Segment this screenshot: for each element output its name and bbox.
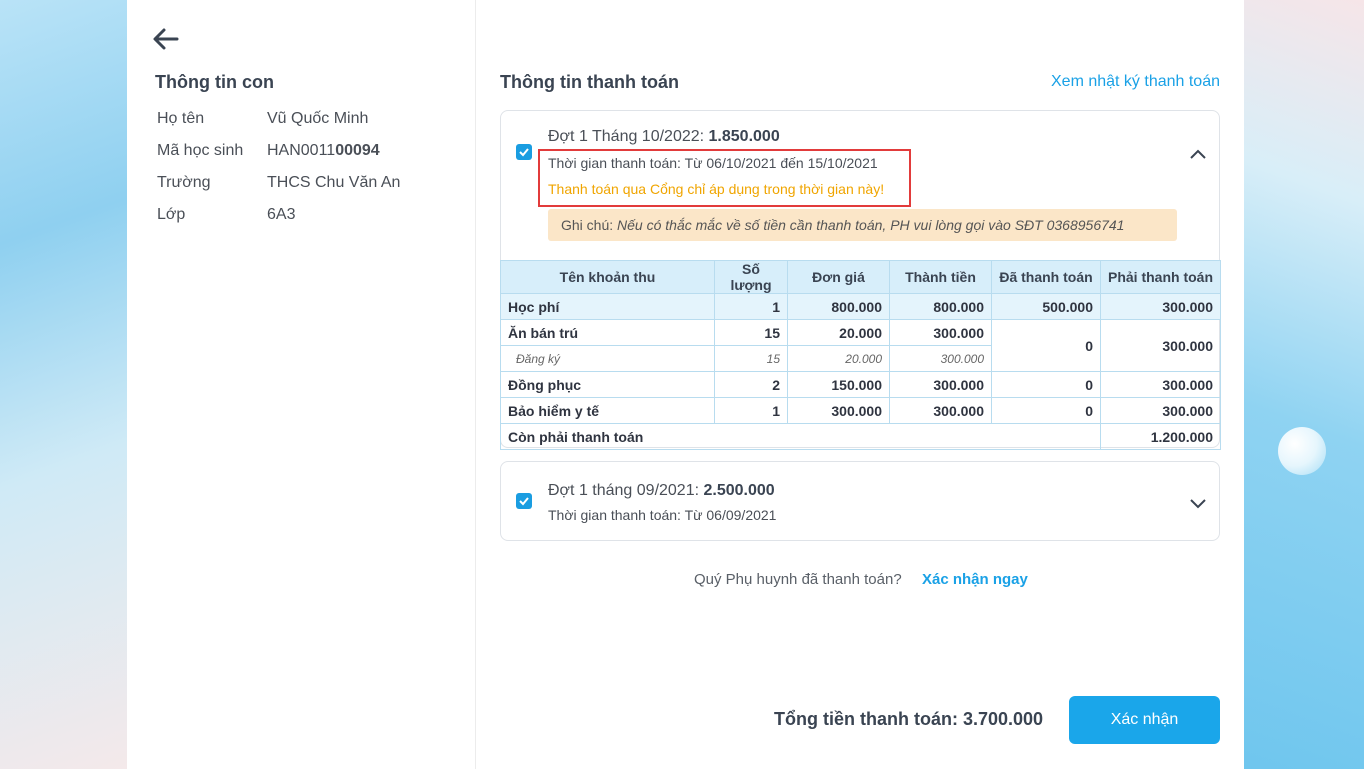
table-header: Đã thanh toán bbox=[991, 260, 1101, 294]
period-1-note: Ghi chú: Nếu có thắc mắc về số tiền cần … bbox=[548, 209, 1177, 241]
fee-paid: 0 bbox=[991, 397, 1101, 424]
period-1-title: Đợt 1 Tháng 10/2022: 1.850.000 bbox=[548, 128, 780, 145]
period-1-checkbox[interactable] bbox=[516, 144, 532, 160]
info-value: HAN001100094 bbox=[267, 142, 380, 159]
payment-history-link[interactable]: Xem nhật ký thanh toán bbox=[1051, 73, 1220, 91]
remaining-label: Còn phải thanh toán bbox=[500, 423, 1101, 450]
fee-price: 20.000 bbox=[787, 319, 890, 346]
period-2-checkbox[interactable] bbox=[516, 493, 532, 509]
info-label: Họ tên bbox=[157, 110, 205, 127]
total-amount: Tổng tiền thanh toán: 3.700.000 bbox=[774, 709, 1044, 729]
fee-total: 300.000 bbox=[889, 345, 992, 372]
period-2-title: Đợt 1 tháng 09/2021: 2.500.000 bbox=[548, 482, 775, 499]
chevron-down-icon[interactable] bbox=[1189, 496, 1207, 509]
fee-due: 300.000 bbox=[1100, 371, 1221, 398]
background-left bbox=[0, 0, 127, 769]
table-header: Số lượng bbox=[714, 260, 788, 294]
fee-qty: 1 bbox=[714, 397, 788, 424]
fee-qty: 15 bbox=[714, 345, 788, 372]
payment-period-2: Đợt 1 tháng 09/2021: 2.500.000 Thời gian… bbox=[500, 461, 1220, 541]
info-value: THCS Chu Văn An bbox=[267, 174, 401, 191]
fee-name: Học phí bbox=[500, 293, 715, 320]
confirm-button[interactable]: Xác nhận bbox=[1069, 696, 1220, 744]
fee-paid: 500.000 bbox=[991, 293, 1101, 320]
fee-qty: 2 bbox=[714, 371, 788, 398]
child-info-title: Thông tin con bbox=[155, 72, 274, 92]
highlight-box bbox=[538, 149, 911, 207]
table-header: Tên khoản thu bbox=[500, 260, 715, 294]
table-header-row: Tên khoản thu Số lượng Đơn giá Thành tiề… bbox=[500, 260, 1221, 294]
fee-price: 300.000 bbox=[787, 397, 890, 424]
fee-name: Đăng ký bbox=[500, 345, 715, 372]
table-header: Thành tiền bbox=[889, 260, 992, 294]
info-label: Mã học sinh bbox=[157, 142, 244, 159]
fee-paid: 0 bbox=[991, 319, 1101, 372]
payment-info-title: Thông tin thanh toán bbox=[500, 72, 679, 92]
fee-price: 20.000 bbox=[787, 345, 890, 372]
info-value: 6A3 bbox=[267, 206, 296, 223]
decorative-bubble bbox=[1278, 427, 1326, 475]
fee-paid: 0 bbox=[991, 371, 1101, 398]
fee-qty: 1 bbox=[714, 293, 788, 320]
fee-total: 300.000 bbox=[889, 319, 992, 346]
table-row: Ăn bán trú 15 20.000 300.000 0 300.000 bbox=[500, 319, 1221, 372]
info-value: Vũ Quốc Minh bbox=[267, 110, 369, 127]
fee-total: 800.000 bbox=[889, 293, 992, 320]
fee-name: Ăn bán trú bbox=[500, 319, 715, 346]
fee-total: 300.000 bbox=[889, 397, 992, 424]
table-header: Phải thanh toán bbox=[1100, 260, 1221, 294]
fee-due: 300.000 bbox=[1100, 293, 1221, 320]
table-row: Học phí 1 800.000 800.000 500.000 300.00… bbox=[500, 293, 1221, 320]
fee-price: 150.000 bbox=[787, 371, 890, 398]
fee-due: 300.000 bbox=[1100, 319, 1221, 372]
table-row-remaining: Còn phải thanh toán 1.200.000 bbox=[500, 423, 1221, 450]
info-label: Lớp bbox=[157, 206, 186, 223]
period-2-time: Thời gian thanh toán: Từ 06/09/2021 bbox=[548, 507, 777, 523]
fee-price: 800.000 bbox=[787, 293, 890, 320]
fee-table: Tên khoản thu Số lượng Đơn giá Thành tiề… bbox=[500, 260, 1221, 450]
panel-divider bbox=[475, 0, 476, 769]
remaining-value: 1.200.000 bbox=[1100, 423, 1221, 450]
fee-name: Đồng phục bbox=[500, 371, 715, 398]
info-label: Trường bbox=[157, 174, 211, 191]
fee-qty: 15 bbox=[714, 319, 788, 346]
fee-total: 300.000 bbox=[889, 371, 992, 398]
table-row: Bảo hiểm y tế 1 300.000 300.000 0 300.00… bbox=[500, 397, 1221, 424]
table-row: Đồng phục 2 150.000 300.000 0 300.000 bbox=[500, 371, 1221, 398]
chevron-up-icon[interactable] bbox=[1189, 147, 1207, 159]
fee-due: 300.000 bbox=[1100, 397, 1221, 424]
table-header: Đơn giá bbox=[787, 260, 890, 294]
fee-name: Bảo hiểm y tế bbox=[500, 397, 715, 424]
background-right bbox=[1244, 0, 1364, 769]
paid-question: Quý Phụ huynh đã thanh toán? bbox=[694, 571, 902, 588]
back-arrow-icon[interactable] bbox=[151, 26, 183, 54]
confirm-now-link[interactable]: Xác nhận ngay bbox=[922, 571, 1028, 588]
